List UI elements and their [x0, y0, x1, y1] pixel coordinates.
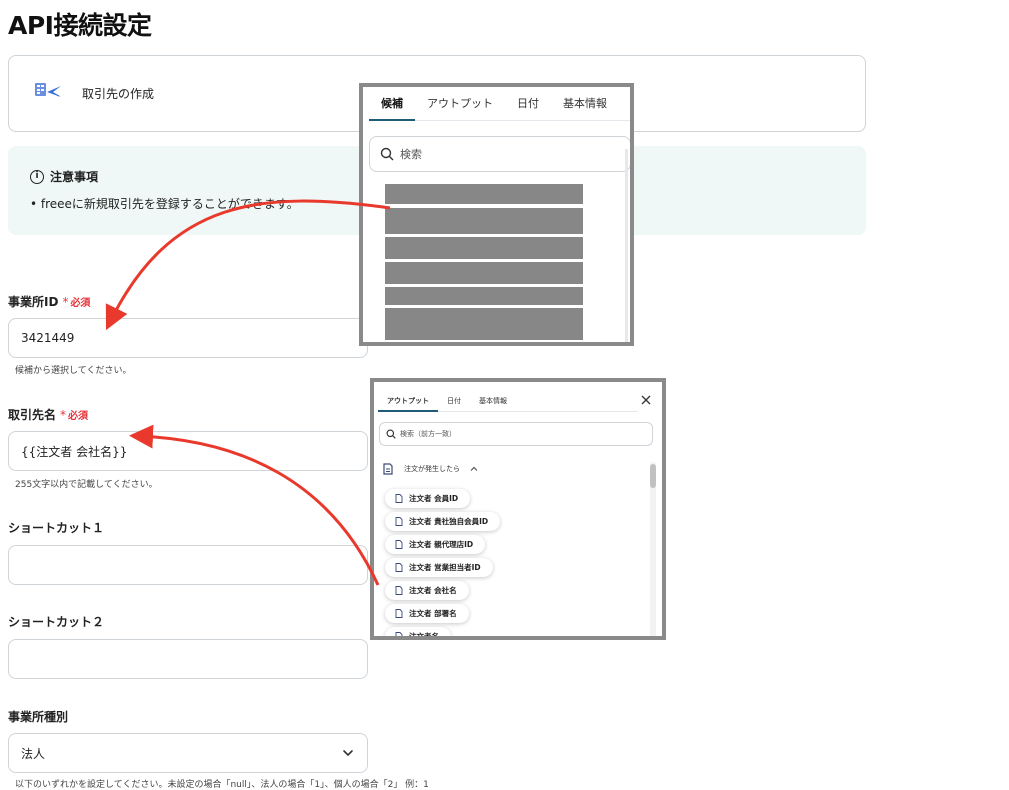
office-type-select[interactable]: 法人	[8, 733, 368, 773]
tab-basic-info[interactable]: 基本情報	[551, 87, 619, 121]
office-id-help: 候補から選択してください。	[15, 366, 132, 376]
scrollbar-thumb[interactable]	[650, 464, 656, 488]
scrollbar[interactable]	[650, 462, 656, 636]
app-action-label: 取引先の作成	[82, 87, 155, 101]
notice-title: 注意事項	[50, 170, 99, 184]
redacted-candidate[interactable]	[385, 287, 583, 305]
required-mark: *	[60, 408, 67, 422]
tab-outputs[interactable]: アウトプット	[415, 87, 505, 121]
output-tabs: アウトプット 日付 基本情報	[378, 382, 638, 412]
document-icon	[395, 540, 403, 549]
redacted-candidate[interactable]	[385, 208, 583, 234]
shortcut2-label: ショートカット２	[8, 615, 105, 629]
document-icon	[395, 586, 403, 595]
output-chip[interactable]: 注文者 会社名	[385, 581, 469, 600]
output-group-header[interactable]: 注文が発生したら	[382, 463, 478, 475]
tab-basic-info[interactable]: 基本情報	[470, 382, 516, 412]
required-text: 必須	[68, 411, 89, 422]
chevron-down-icon	[343, 750, 353, 757]
output-chip[interactable]: 注文者 営業担当者ID	[385, 558, 493, 577]
search-icon	[380, 147, 394, 161]
output-popup: アウトプット 日付 基本情報 検索（前方一致） 注文が発生したら 注文者 会員I…	[370, 378, 666, 640]
notice-item: • freeeに新規取引先を登録することができます。	[30, 197, 299, 211]
document-icon	[395, 632, 403, 636]
search-placeholder: 検索（前方一致）	[400, 430, 456, 438]
partner-name-input[interactable]: {{注文者 会社名}}	[8, 431, 368, 471]
required-mark: *	[62, 295, 69, 309]
search-icon	[386, 429, 396, 439]
tab-candidates[interactable]: 候補	[369, 87, 415, 121]
office-type-label: 事業所種別	[8, 710, 69, 724]
partner-name-help: 255文字以内で記載してください。	[15, 480, 158, 490]
group-label: 注文が発生したら	[404, 465, 460, 473]
redacted-candidate[interactable]	[385, 262, 583, 284]
page-title: API接続設定	[8, 11, 152, 40]
tab-date[interactable]: 日付	[438, 382, 470, 412]
chevron-up-icon	[470, 466, 478, 471]
output-chip[interactable]: 注文者名	[385, 627, 451, 636]
office-id-label: 事業所ID * 必須	[8, 295, 91, 309]
document-icon	[395, 494, 403, 503]
output-chip[interactable]: 注文者 貴社独自会員ID	[385, 512, 501, 531]
scrollbar[interactable]	[625, 149, 628, 342]
freee-app-icon	[35, 83, 61, 97]
office-id-value: 3421449	[21, 331, 75, 345]
output-chip[interactable]: 注文者 会員ID	[385, 489, 471, 508]
tab-outputs[interactable]: アウトプット	[378, 382, 438, 412]
tab-date[interactable]: 日付	[505, 87, 551, 121]
search-placeholder: 検索	[400, 148, 422, 161]
partner-name-value: {{注文者 会社名}}	[21, 444, 128, 459]
candidate-popup: 候補 アウトプット 日付 基本情報 検索	[359, 83, 634, 346]
shortcut2-input[interactable]	[8, 639, 368, 679]
shortcut1-label: ショートカット１	[8, 521, 105, 535]
office-id-input[interactable]: 3421449	[8, 318, 368, 358]
candidate-search-input[interactable]: 検索	[369, 136, 630, 172]
redacted-candidate[interactable]	[385, 237, 583, 259]
shortcut1-input[interactable]	[8, 545, 368, 585]
document-icon	[395, 517, 403, 526]
output-chip[interactable]: 注文者 親代理店ID	[385, 535, 486, 554]
output-search-input[interactable]: 検索（前方一致）	[379, 422, 653, 446]
candidate-tabs: 候補 アウトプット 日付 基本情報	[369, 87, 630, 121]
output-chip[interactable]: 注文者 部署名	[385, 604, 469, 623]
office-type-help: 以下のいずれかを設定してください。未設定の場合「null」、法人の場合「1」、個…	[15, 780, 429, 790]
office-type-value: 法人	[21, 746, 46, 761]
close-icon[interactable]	[640, 394, 652, 406]
document-icon	[395, 563, 403, 572]
document-icon	[395, 609, 403, 618]
redacted-candidate[interactable]	[385, 308, 583, 340]
redacted-candidate[interactable]	[385, 184, 583, 204]
info-icon: i	[30, 169, 44, 184]
trigger-icon	[383, 463, 393, 475]
partner-name-label: 取引先名 * 必須	[8, 408, 89, 422]
required-text: 必須	[70, 298, 91, 309]
